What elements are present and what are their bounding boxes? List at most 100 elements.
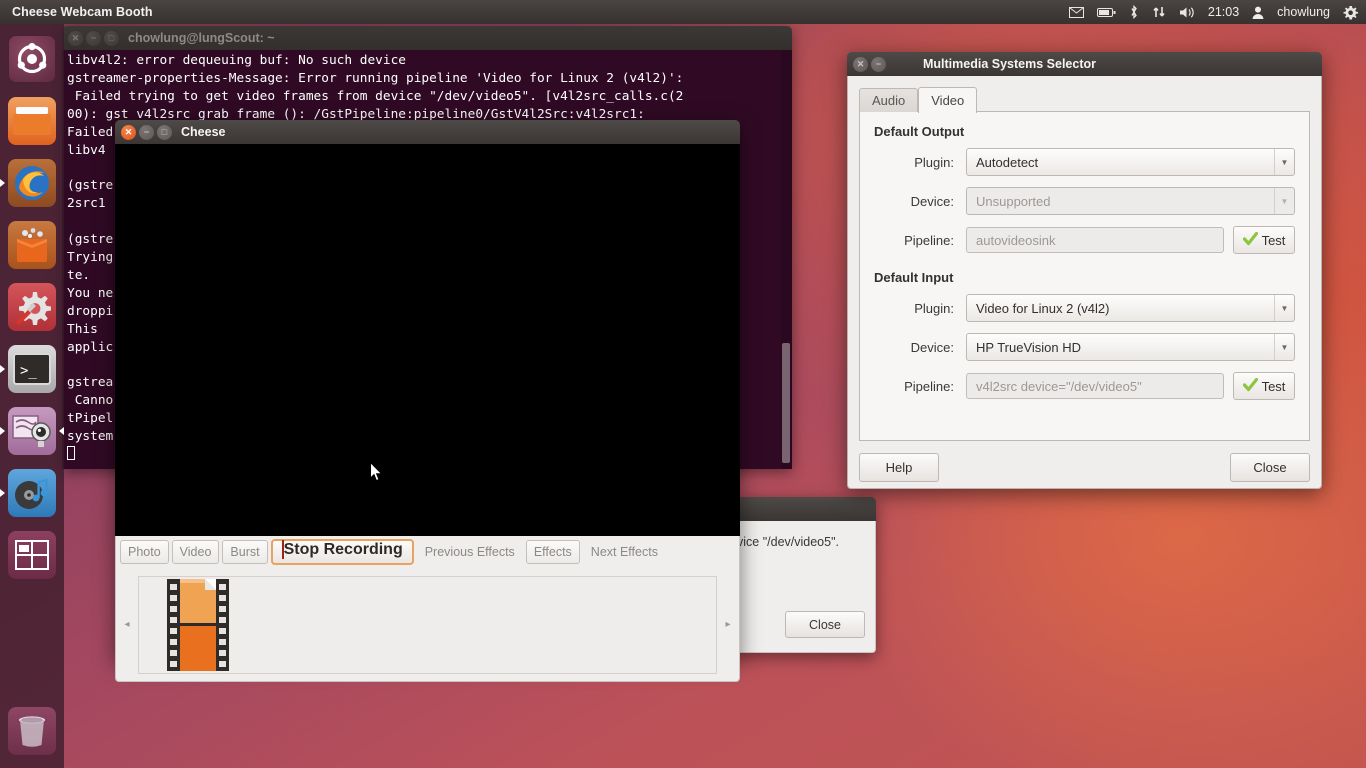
- ubuntu-logo-icon: [8, 35, 56, 83]
- input-test-label: Test: [1261, 378, 1286, 394]
- rhythmbox-icon: [8, 469, 56, 517]
- mss-body: Audio Video Default Output Plugin: Autod…: [847, 76, 1322, 489]
- effects-button[interactable]: Effects: [525, 540, 580, 564]
- previous-effects-button[interactable]: Previous Effects: [417, 540, 523, 564]
- cheese-toolbar: Photo Video Burst Stop Recording Previou…: [115, 536, 740, 568]
- terminal-line: Failed trying to get video frames from d…: [67, 88, 684, 104]
- launcher-item-trash[interactable]: [5, 704, 59, 758]
- check-icon: [1242, 377, 1258, 395]
- video-error-dialog[interactable]: vice "/dev/video5". Close: [736, 497, 876, 653]
- error-dialog-titlebar[interactable]: [736, 497, 876, 521]
- mouse-cursor: [370, 461, 384, 488]
- volume-icon[interactable]: [1179, 6, 1195, 19]
- stop-recording-button[interactable]: Stop Recording: [270, 539, 414, 565]
- chevron-down-icon: ▼: [1274, 295, 1294, 321]
- stop-recording-label: Stop Recording: [283, 541, 403, 558]
- mss-titlebar[interactable]: ✕ − Multimedia Systems Selector: [847, 52, 1322, 76]
- output-device-combo[interactable]: Unsupported ▼: [966, 187, 1295, 215]
- next-effects-button[interactable]: Next Effects: [583, 540, 666, 564]
- launcher-item-files[interactable]: [5, 94, 59, 148]
- minimize-icon[interactable]: −: [86, 30, 101, 46]
- output-device-row: Device: Unsupported ▼: [874, 187, 1295, 215]
- running-indicator: [0, 179, 5, 187]
- minimize-icon[interactable]: −: [871, 56, 886, 72]
- terminal-line: libv4l2: error dequeuing buf: No such de…: [67, 53, 406, 68]
- input-pipeline-input[interactable]: v4l2src device="/dev/video5": [966, 373, 1224, 399]
- launcher-item-rhythmbox[interactable]: [0, 466, 59, 520]
- system-settings-icon: [8, 283, 56, 331]
- maximize-icon[interactable]: □: [104, 30, 119, 46]
- video-file-thumbnail[interactable]: [167, 578, 229, 671]
- help-button[interactable]: Help: [859, 453, 939, 482]
- cheese-webcam-icon: [8, 407, 56, 455]
- thumbnail-prev-arrow[interactable]: ◂: [116, 619, 138, 630]
- close-icon[interactable]: ✕: [68, 30, 83, 46]
- session-gear-icon[interactable]: [1343, 5, 1358, 20]
- output-device-label: Device:: [910, 193, 954, 209]
- close-icon[interactable]: ✕: [853, 56, 868, 72]
- bluetooth-icon[interactable]: [1129, 5, 1139, 19]
- launcher-item-system-settings[interactable]: [5, 280, 59, 334]
- output-plugin-value: Autodetect: [976, 154, 1039, 170]
- cheese-video-viewport[interactable]: [115, 144, 740, 536]
- check-icon: [1242, 231, 1258, 249]
- output-plugin-row: Plugin: Autodetect ▼: [874, 148, 1295, 176]
- output-test-button[interactable]: Test: [1233, 226, 1295, 254]
- thumbnail-next-arrow[interactable]: ▸: [717, 619, 739, 630]
- error-dialog-body: vice "/dev/video5". Close: [736, 521, 876, 653]
- terminal-scrollbar[interactable]: [781, 50, 791, 469]
- burst-mode-button[interactable]: Burst: [222, 540, 268, 564]
- launcher-item-workspace-switcher[interactable]: [5, 528, 59, 582]
- launcher-item-terminal[interactable]: >_: [0, 342, 59, 396]
- minimize-icon[interactable]: −: [139, 124, 154, 140]
- output-plugin-combo[interactable]: Autodetect ▼: [966, 148, 1295, 176]
- top-panel: Cheese Webcam Booth 21:03 chowlung: [0, 0, 1366, 24]
- close-icon[interactable]: ✕: [121, 124, 136, 140]
- input-device-combo[interactable]: HP TrueVision HD ▼: [966, 333, 1295, 361]
- terminal-icon: >_: [8, 345, 56, 393]
- chevron-down-icon: ▼: [1274, 149, 1294, 175]
- terminal-line: gstreamer-properties-Message: Error runn…: [67, 70, 684, 86]
- battery-icon[interactable]: [1096, 7, 1116, 18]
- input-plugin-combo[interactable]: Video for Linux 2 (v4l2) ▼: [966, 294, 1295, 322]
- input-pipeline-label: Pipeline:: [904, 378, 954, 394]
- launcher-item-software-center[interactable]: [5, 218, 59, 272]
- output-pipeline-row: Pipeline: autovideosink Test: [874, 226, 1295, 254]
- trash-icon: [8, 707, 56, 755]
- panel-username[interactable]: chowlung: [1277, 5, 1330, 19]
- cheese-titlebar[interactable]: ✕ − □ Cheese: [115, 120, 740, 144]
- terminal-titlebar[interactable]: ✕ − □ chowlung@lungScout: ~: [62, 26, 792, 50]
- input-test-button[interactable]: Test: [1233, 372, 1295, 400]
- output-pipeline-input[interactable]: autovideosink: [966, 227, 1224, 253]
- output-plugin-label: Plugin:: [914, 154, 954, 170]
- launcher-item-firefox[interactable]: [0, 156, 59, 210]
- output-pipeline-label: Pipeline:: [904, 232, 954, 248]
- network-icon[interactable]: [1152, 5, 1166, 19]
- panel-app-title: Cheese Webcam Booth: [12, 5, 153, 19]
- maximize-icon[interactable]: □: [157, 124, 172, 140]
- unity-launcher: >_: [0, 24, 64, 768]
- tab-audio[interactable]: Audio: [859, 88, 919, 112]
- input-device-row: Device: HP TrueVision HD ▼: [874, 333, 1295, 361]
- tab-video[interactable]: Video: [918, 87, 978, 113]
- mss-window-buttons: ✕ −: [853, 56, 886, 72]
- video-mode-button[interactable]: Video: [171, 540, 220, 564]
- error-dialog-close-button[interactable]: Close: [785, 611, 865, 638]
- photo-mode-button[interactable]: Photo: [120, 540, 169, 564]
- files-folder-icon: [8, 97, 56, 145]
- terminal-title-text: chowlung@lungScout: ~: [128, 31, 275, 45]
- launcher-item-ubuntu-dash[interactable]: [5, 32, 59, 86]
- mss-tabs: Audio Video: [859, 86, 1310, 113]
- running-indicator: [0, 365, 5, 373]
- user-avatar-icon[interactable]: [1252, 6, 1264, 19]
- thumbnail-strip[interactable]: [138, 575, 717, 674]
- mss-close-button[interactable]: Close: [1230, 453, 1310, 482]
- running-indicator: [0, 489, 5, 497]
- launcher-item-cheese[interactable]: [0, 404, 64, 458]
- cheese-window[interactable]: ✕ − □ Cheese Photo Video Burst Stop Reco…: [115, 120, 740, 682]
- input-plugin-row: Plugin: Video for Linux 2 (v4l2) ▼: [874, 294, 1295, 322]
- panel-clock[interactable]: 21:03: [1208, 5, 1239, 19]
- mail-icon[interactable]: [1068, 6, 1084, 18]
- multimedia-systems-selector-window[interactable]: ✕ − Multimedia Systems Selector Audio Vi…: [847, 52, 1322, 489]
- default-input-heading: Default Input: [874, 270, 954, 285]
